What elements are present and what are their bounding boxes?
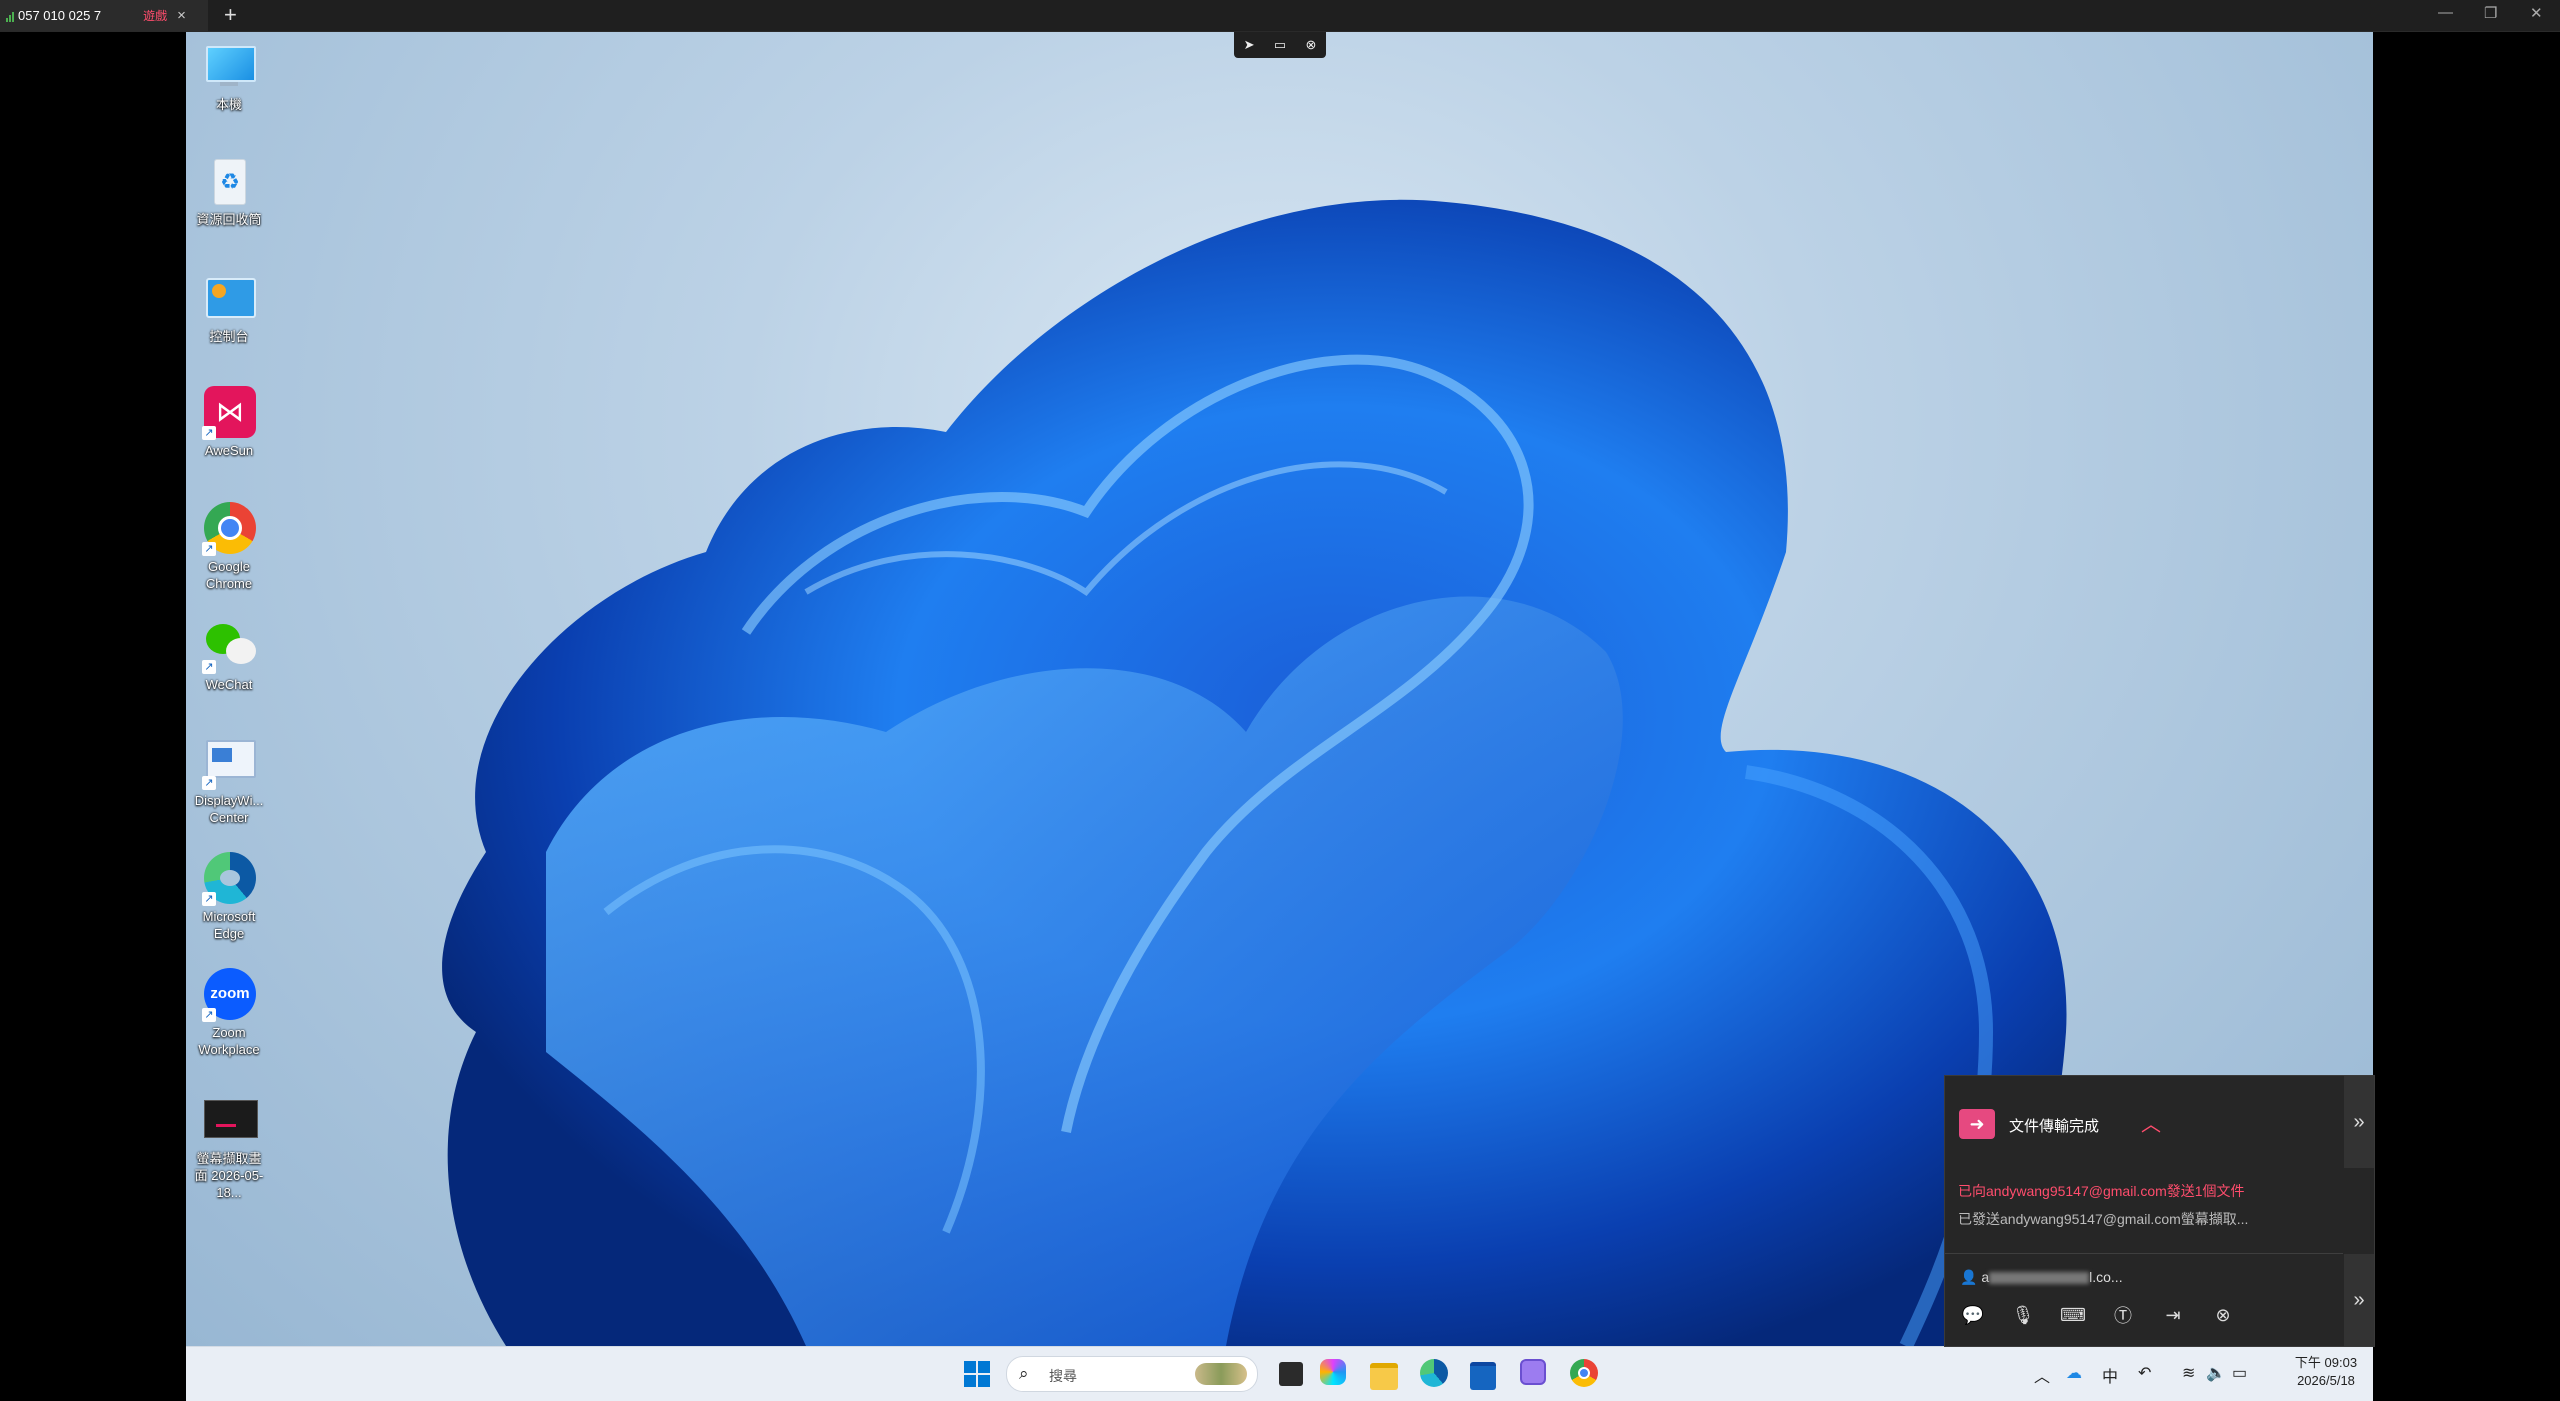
screen-icon[interactable]: ▭ (1274, 37, 1286, 53)
file-explorer-icon[interactable] (1370, 1359, 1400, 1390)
shortcut-arrow-icon: ↗ (202, 426, 216, 440)
desktop-icon-chrome[interactable]: ↗ Google Chrome (192, 502, 266, 592)
desktop-icon-label: 本機 (215, 97, 242, 112)
shortcut-arrow-icon: ↗ (202, 892, 216, 906)
transfer-log-entry: 已發送andywang95147@gmail.com螢幕擷取... (1958, 1211, 2249, 1227)
awesun-taskbar-icon[interactable] (1520, 1359, 1550, 1389)
desktop-icon-label: Zoom Workplace (198, 1025, 260, 1057)
desktop-icon-label: 控制台 (209, 329, 249, 344)
desktop-icon-control-panel[interactable]: 控制台 (192, 272, 266, 345)
mode-badge[interactable]: 遊戲 (143, 7, 167, 24)
folder-transfer-icon: ➜ (1959, 1109, 1995, 1139)
file-transfer-panel: ➜ 文件傳輸完成 ︿ » 已向andywang95147@gmail.com發送… (1944, 1075, 2375, 1347)
desktop-icon-wechat[interactable]: ↗ WeChat (192, 620, 266, 693)
microphone-icon[interactable]: 🎙 (2009, 1302, 2037, 1328)
chrome-taskbar-icon[interactable] (1570, 1359, 1600, 1389)
panel-title: 文件傳輸完成 (2009, 1118, 2100, 1135)
taskbar: ⌕ 搜尋 ︿ ☁ 中 ↶ ≋ 🔈 ▭ 下午 09:03 2026/5/18 (186, 1346, 2373, 1401)
panel-toolbar: 💬 🎙 ⌨ Ⓣ ⇥ ⊗ (1959, 1302, 2259, 1332)
close-icon[interactable]: ⊗ (1305, 37, 1316, 53)
copilot-icon[interactable] (1320, 1359, 1350, 1389)
expand-panel-button[interactable]: » (2344, 1076, 2374, 1168)
new-tab-button[interactable]: + (224, 2, 237, 28)
chat-icon[interactable]: 💬 (1959, 1302, 1987, 1328)
volume-icon[interactable]: 🔈 (2206, 1363, 2226, 1383)
session-id: 057 010 025 7 (18, 8, 102, 23)
windows-logo-icon (964, 1361, 990, 1387)
ime-indicator[interactable]: 中 (2102, 1363, 2118, 1387)
shortcut-arrow-icon: ↗ (202, 776, 216, 790)
remote-control-toolbar: ➤ ▭ ⊗ (1234, 32, 1326, 58)
desktop-icon-recycle-bin[interactable]: ♻ 資源回收筒 (192, 155, 266, 228)
desktop-icon-label: 資源回收筒 (196, 212, 262, 227)
desktop-icon-edge[interactable]: ↗ Microsoft Edge (192, 852, 266, 942)
session-tab[interactable]: 057 010 025 7 遊戲 × (0, 0, 208, 31)
remote-user-line: 👤 a l.co... (1960, 1269, 2123, 1286)
control-panel-icon (202, 272, 256, 326)
desktop-icon-label: Microsoft Edge (202, 909, 256, 941)
minimize-button[interactable]: — (2438, 4, 2453, 21)
monitor-icon (202, 40, 256, 94)
desktop-icon-label: WeChat (205, 677, 253, 692)
desktop-icon-this-pc[interactable]: 本機 (192, 40, 266, 113)
desktop-icon-label: Google Chrome (205, 559, 253, 591)
store-icon[interactable] (1470, 1359, 1500, 1390)
signal-icon (6, 10, 14, 22)
desktop-icon-zoom[interactable]: zoom ↗ Zoom Workplace (192, 968, 266, 1058)
task-view-icon[interactable] (1279, 1362, 1303, 1386)
shortcut-arrow-icon: ↗ (202, 542, 216, 556)
desktop-icon-displaywidget[interactable]: ↗ DisplayWi... Center (192, 736, 266, 826)
taskbar-search[interactable]: ⌕ 搜尋 (1006, 1356, 1258, 1392)
display-center-icon: ↗ (202, 736, 256, 790)
collapse-chevron-icon[interactable]: ︿ (2141, 1108, 2161, 1137)
user-suffix: l.co... (2089, 1269, 2123, 1285)
tray-overflow-chevron-icon[interactable]: ︿ (2034, 1363, 2050, 1387)
awesun-icon: ⋈ ↗ (202, 386, 256, 440)
edge-icon: ↗ (202, 852, 256, 906)
screenshot-file-icon (202, 1094, 258, 1148)
search-placeholder: 搜尋 (1049, 1368, 1077, 1384)
transfer-log-entry: 已向andywang95147@gmail.com發送1個文件 (1958, 1183, 2245, 1199)
shortcut-arrow-icon: ↗ (202, 660, 216, 674)
zoom-icon: zoom ↗ (202, 968, 256, 1022)
expand-toolbar-button[interactable]: » (2344, 1254, 2374, 1346)
redacted-email (1989, 1272, 2090, 1285)
close-tab-button[interactable]: × (177, 7, 186, 24)
taskbar-clock[interactable]: 下午 09:03 2026/5/18 (2286, 1354, 2366, 1390)
onedrive-cloud-icon[interactable]: ☁ (2066, 1363, 2082, 1383)
start-button[interactable] (962, 1359, 992, 1389)
shortcut-arrow-icon: ↗ (202, 1008, 216, 1022)
pointer-icon[interactable]: ➤ (1244, 37, 1255, 53)
desktop-icon-screenshot-file[interactable]: 螢幕擷取畫面 2026-05-18... (192, 1094, 266, 1201)
file-transfer-icon[interactable]: ⇥ (2159, 1302, 2187, 1328)
desktop-icon-label: DisplayWi... Center (194, 793, 264, 825)
clock-time: 下午 09:03 (2294, 1355, 2358, 1370)
wechat-icon: ↗ (202, 620, 256, 674)
desktop-icon-awesun[interactable]: ⋈ ↗ AweSun (192, 386, 266, 459)
clock-date: 2026/5/18 (2297, 1373, 2355, 1388)
restore-button[interactable]: ❐ (2484, 4, 2497, 22)
search-icon: ⌕ (1019, 1364, 1029, 1383)
user-icon: 👤 (1960, 1269, 1978, 1285)
search-highlight-image (1195, 1363, 1247, 1385)
client-title-bar: 057 010 025 7 遊戲 × + — ❐ ✕ (0, 0, 2560, 32)
desktop-icon-label: 螢幕擷取畫面 2026-05-18... (194, 1151, 264, 1200)
close-window-button[interactable]: ✕ (2530, 4, 2543, 22)
recycle-bin-icon: ♻ (202, 155, 256, 209)
panel-header: ➜ 文件傳輸完成 ︿ (1945, 1076, 2343, 1168)
close-circle-icon[interactable]: ⊗ (2209, 1302, 2237, 1328)
battery-icon[interactable]: ▭ (2232, 1363, 2247, 1383)
divider (1945, 1253, 2343, 1254)
user-prefix: a (1981, 1269, 1990, 1285)
text-icon[interactable]: Ⓣ (2109, 1302, 2137, 1328)
ime-mode-icon[interactable]: ↶ (2138, 1363, 2151, 1383)
remote-control-icon[interactable]: ⌨ (2059, 1302, 2087, 1328)
wifi-icon[interactable]: ≋ (2182, 1363, 2195, 1383)
chrome-icon: ↗ (202, 502, 256, 556)
edge-taskbar-icon[interactable] (1420, 1359, 1450, 1389)
desktop-icon-label: AweSun (204, 443, 254, 458)
